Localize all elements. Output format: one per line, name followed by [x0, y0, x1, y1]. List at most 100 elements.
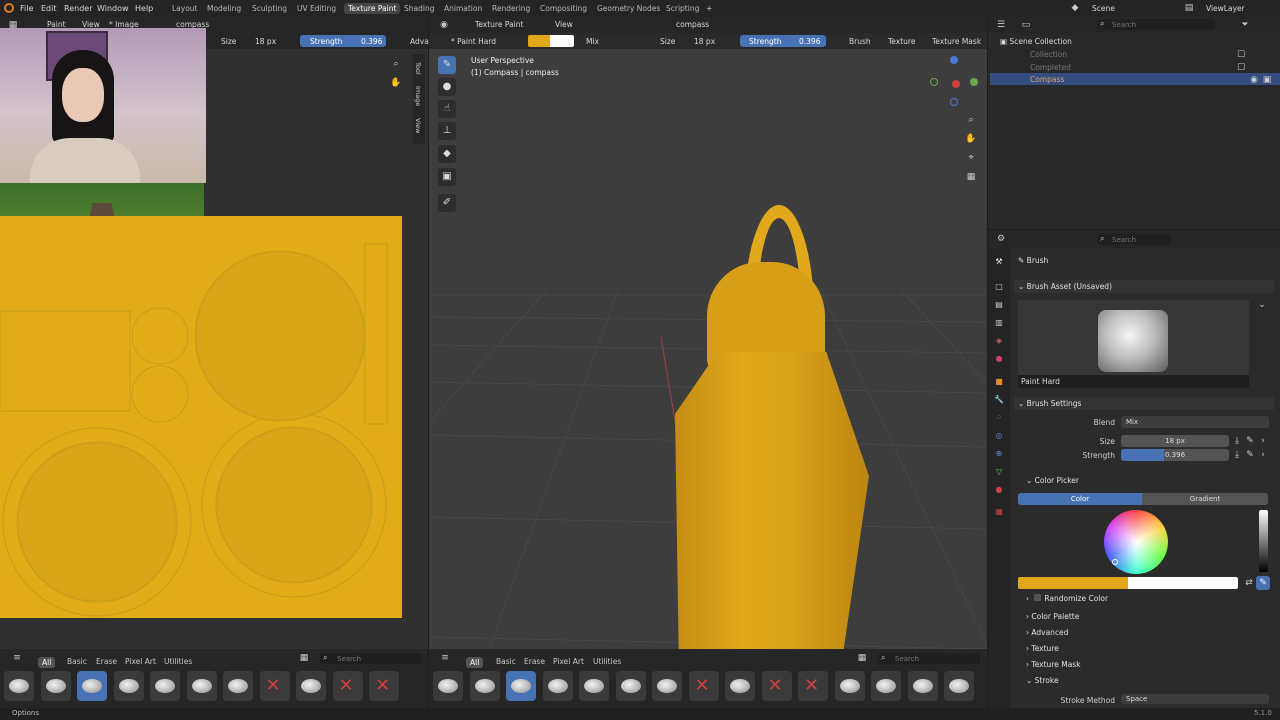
pan-hand-icon[interactable]: ✋	[389, 76, 403, 90]
brush-thumbnail[interactable]	[944, 671, 974, 701]
menu-render[interactable]: Render	[64, 4, 92, 13]
zoom-icon[interactable]: ⌕	[389, 57, 403, 71]
gizmo-y-icon[interactable]	[930, 78, 938, 86]
viewport-size-value[interactable]: 18 px	[694, 37, 715, 46]
primary-color-bar[interactable]	[1018, 577, 1128, 589]
color-palette-section[interactable]: › Color Palette	[1026, 612, 1079, 621]
viewport-strength-value[interactable]: 0.396	[799, 37, 820, 46]
strength-pressure-icon[interactable]: ⤓	[1230, 448, 1244, 462]
left-shelf-tab-erase[interactable]: Erase	[96, 657, 117, 666]
brush-thumbnail[interactable]: ✕	[369, 671, 399, 701]
right-shelf-tab-pixel-art[interactable]: Pixel Art	[553, 657, 584, 666]
brush-thumbnail[interactable]	[506, 671, 536, 701]
brush-thumbnail[interactable]: ✕	[259, 671, 290, 701]
brush-thumbnail[interactable]	[186, 671, 217, 701]
strength-field[interactable]: 0.396	[1121, 449, 1229, 461]
outliner-display-mode-icon[interactable]: ▭	[1019, 18, 1033, 32]
brush-settings-header[interactable]: ⌄ Brush Settings	[1018, 399, 1081, 408]
image-size-value[interactable]: 18 px	[255, 37, 276, 46]
brush-thumbnail[interactable]	[77, 671, 107, 701]
outliner-item-completed[interactable]: Completed	[1030, 63, 1071, 72]
nav-gizmo[interactable]	[928, 56, 980, 108]
brush-thumbnail[interactable]: ✕	[332, 671, 363, 701]
left-shelf-tab-pixel-art[interactable]: Pixel Art	[125, 657, 156, 666]
strength-pen-icon[interactable]: ✎	[1243, 448, 1257, 462]
brush-thumbnail[interactable]	[223, 671, 253, 701]
viewport-view-menu[interactable]: View	[555, 20, 573, 29]
gizmo-x-icon[interactable]	[952, 80, 960, 88]
workspace-tab-modeling[interactable]: Modeling	[207, 4, 241, 13]
blender-logo-icon[interactable]	[4, 3, 14, 13]
constraints-tab-icon[interactable]: ⊕	[993, 448, 1005, 460]
brush-thumbnail[interactable]: ✕	[688, 671, 719, 701]
brush-thumbnail[interactable]	[652, 671, 682, 701]
right-shelf-tab-utilities[interactable]: Utilities	[593, 657, 621, 666]
right-shelf-search[interactable]	[878, 653, 980, 664]
workspace-tab-layout[interactable]: Layout	[172, 4, 198, 13]
advanced-section[interactable]: › Advanced	[1026, 628, 1068, 637]
right-shelf-tab-erase[interactable]: Erase	[524, 657, 545, 666]
scene-tab-icon[interactable]: ◈	[993, 335, 1005, 347]
chevron-right-icon[interactable]: ›	[1256, 448, 1270, 462]
fill-tool-button[interactable]: ◆	[438, 145, 456, 163]
material-tab-icon[interactable]: ●	[993, 484, 1005, 496]
brush-thumbnail[interactable]	[871, 671, 901, 701]
viewport-pan-icon[interactable]: ✋	[964, 132, 978, 146]
brush-thumbnail[interactable]	[40, 671, 71, 701]
view-layer-name[interactable]: ViewLayer	[1206, 4, 1245, 13]
viewport-texture-mask-menu[interactable]: Texture Mask	[932, 37, 981, 46]
outliner-editor-type-icon[interactable]: ☰	[994, 18, 1008, 32]
stroke-section[interactable]: ⌄ Stroke	[1026, 676, 1059, 685]
modifier-tab-icon[interactable]: 🔧	[993, 394, 1005, 406]
viewport-mode-select[interactable]: Texture Paint	[475, 20, 523, 29]
brush-thumbnail[interactable]	[615, 671, 646, 701]
color-picker-cursor[interactable]	[1112, 559, 1118, 565]
view-layer-icon[interactable]: ▤	[1182, 1, 1196, 15]
uv-texture-canvas[interactable]	[0, 216, 402, 618]
swap-colors-icon[interactable]: ⇄	[1242, 576, 1256, 590]
render-camera-icon[interactable]: ▣	[1260, 73, 1274, 87]
side-tab-tool[interactable]: Tool	[414, 62, 422, 75]
exclude-checkbox-icon[interactable]: ☐	[1234, 61, 1248, 75]
brush-preview[interactable]	[1018, 300, 1249, 388]
viewport-area[interactable]	[429, 17, 987, 649]
color-picker-header[interactable]: ⌄ Color Picker	[1026, 476, 1079, 485]
menu-help[interactable]: Help	[135, 4, 153, 13]
grid-view-icon[interactable]: ▦	[297, 651, 311, 665]
ortho-toggle-icon[interactable]: ▦	[964, 170, 978, 184]
visibility-eye-icon[interactable]: ◉	[1247, 73, 1261, 87]
secondary-color-swatch[interactable]	[550, 35, 574, 47]
texture-mask-section[interactable]: › Texture Mask	[1026, 660, 1081, 669]
viewport-object-select[interactable]: compass	[676, 20, 709, 29]
value-slider[interactable]	[1259, 510, 1268, 572]
blend-select[interactable]: Mix	[1121, 416, 1269, 428]
brush-thumbnail[interactable]: ✕	[798, 671, 828, 701]
camera-view-icon[interactable]: ⌖	[964, 151, 978, 165]
smear-tool-button[interactable]: ☝	[438, 100, 456, 118]
gradient-tab[interactable]: Gradient	[1142, 493, 1268, 505]
size-field[interactable]: 18 px	[1121, 435, 1229, 447]
world-tab-icon[interactable]: ●	[993, 353, 1005, 365]
brush-thumbnail[interactable]	[113, 671, 144, 701]
brush-thumbnail[interactable]	[433, 671, 463, 701]
viewport-blend-select[interactable]: Mix	[586, 37, 599, 46]
hamburger-icon[interactable]: ≡	[10, 651, 24, 665]
hamburger-icon[interactable]: ≡	[438, 651, 452, 665]
left-shelf-tab-basic[interactable]: Basic	[67, 657, 87, 666]
exclude-checkbox-icon[interactable]: ☐	[1234, 48, 1248, 62]
particles-tab-icon[interactable]: ⁘	[993, 412, 1005, 424]
texture-section[interactable]: › Texture	[1026, 644, 1059, 653]
grid-view-icon[interactable]: ▦	[855, 651, 869, 665]
secondary-color-bar[interactable]	[1128, 577, 1238, 589]
draw-tool-button[interactable]: ✎	[438, 56, 456, 74]
side-tab-image[interactable]: Image	[414, 86, 422, 106]
brush-thumbnail[interactable]	[834, 671, 865, 701]
randomize-color-row[interactable]: › Randomize Color	[1026, 594, 1108, 603]
add-workspace-button[interactable]: +	[706, 4, 712, 13]
brush-thumbnail[interactable]	[725, 671, 755, 701]
color-tab[interactable]: Color	[1018, 493, 1142, 505]
viewport-texture-menu[interactable]: Texture	[888, 37, 915, 46]
mask-tool-button[interactable]: ▣	[438, 168, 456, 186]
scene-collection-row[interactable]: ▣ Scene Collection	[1000, 37, 1072, 46]
viewport-zoom-icon[interactable]: ⌕	[964, 113, 978, 127]
